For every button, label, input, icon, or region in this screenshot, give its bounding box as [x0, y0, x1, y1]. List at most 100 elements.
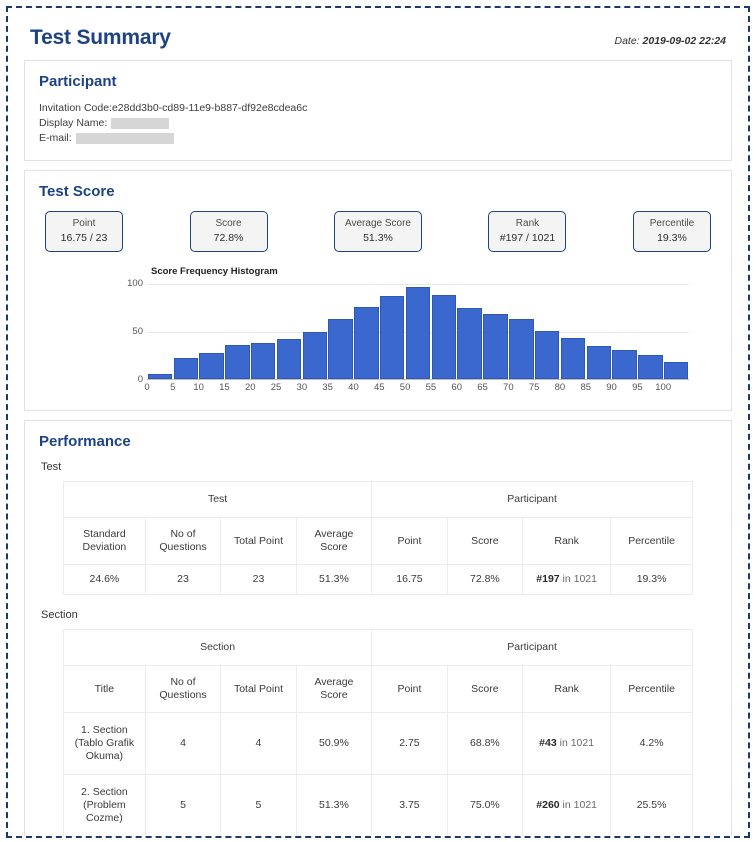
chart-bar	[406, 287, 430, 379]
table-group-header: Test	[64, 482, 372, 518]
stat-label: Percentile	[644, 217, 700, 231]
invitation-code-value: e28dd3b0-cd89-11e9-b887-df92e8cdea6c	[112, 101, 307, 116]
table-column-header-row: TitleNo of QuestionsTotal PointAverage S…	[64, 666, 693, 713]
stat-box-percentile: Percentile19.3%	[633, 211, 711, 252]
table-row: 2. Section (Problem Cozme)5551.3%3.7575.…	[64, 775, 693, 837]
table-column-header: Total Point	[221, 666, 296, 713]
chart-bar	[148, 374, 172, 379]
invitation-code-line: Invitation Code: e28dd3b0-cd89-11e9-b887…	[39, 101, 717, 116]
chart-x-tick-label: 10	[193, 382, 204, 393]
chart-bar	[303, 332, 327, 379]
table-cell: 24.6%	[64, 565, 146, 595]
report-date: Date: 2019-09-02 22:24	[615, 35, 727, 47]
table-column-header: Average Score	[296, 666, 371, 713]
table-cell: 19.3%	[611, 565, 693, 595]
chart-bar	[432, 295, 456, 379]
display-name-label: Display Name:	[39, 116, 107, 131]
chart-bar	[328, 319, 352, 379]
stat-box-rank: Rank#197 / 1021	[488, 211, 566, 252]
display-name-line: Display Name:	[39, 116, 717, 131]
chart-x-tick-label: 75	[529, 382, 540, 393]
stat-label: Point	[56, 217, 112, 231]
table-column-header: No of Questions	[145, 518, 220, 565]
stat-box-score: Score72.8%	[190, 211, 268, 252]
table-column-header: Rank	[523, 518, 611, 565]
table-cell: 72.8%	[447, 565, 522, 595]
table-group-header: Participant	[372, 482, 693, 518]
rank-total: in 1021	[557, 737, 594, 749]
chart-x-tick-label: 95	[632, 382, 643, 393]
test-score-stat-row: Point16.75 / 23Score72.8%Average Score51…	[39, 211, 717, 252]
performance-card-title: Performance	[39, 433, 717, 450]
chart-plot-area	[147, 284, 689, 380]
document-header: Test Summary Date: 2019-09-02 22:24	[24, 22, 732, 60]
test-table-label: Test	[41, 461, 717, 473]
chart-bar	[587, 346, 611, 379]
section-table-label: Section	[41, 609, 717, 621]
chart-x-tick-label: 90	[606, 382, 617, 393]
chart-y-axis: 050100	[97, 284, 143, 380]
email-line: E-mail:	[39, 131, 717, 146]
stat-label: Rank	[499, 217, 555, 231]
chart-bar	[225, 345, 249, 379]
rank-number: #260	[536, 799, 559, 811]
chart-bar	[483, 314, 507, 379]
table-cell: 4	[221, 713, 296, 775]
table-cell: 25.5%	[611, 775, 693, 837]
table-group-header: Section	[64, 630, 372, 666]
rank-total: in 1021	[560, 573, 597, 585]
table-column-header: Average Score	[296, 518, 371, 565]
table-cell: 51.3%	[296, 565, 371, 595]
chart-x-tick-label: 60	[451, 382, 462, 393]
table-column-header-row: Standard DeviationNo of QuestionsTotal P…	[64, 518, 693, 565]
table-row: 1. Section (Tablo Grafik Okuma)4450.9%2.…	[64, 713, 693, 775]
display-name-redacted-value	[111, 118, 169, 129]
table-cell: #43 in 1021	[523, 713, 611, 775]
table-cell: 4.2%	[611, 713, 693, 775]
table-group-header: Participant	[372, 630, 693, 666]
chart-x-tick-label: 20	[245, 382, 256, 393]
chart-x-tick-label: 25	[271, 382, 282, 393]
table-column-header: Percentile	[611, 666, 693, 713]
stat-box-point: Point16.75 / 23	[45, 211, 123, 252]
table-column-header: Total Point	[221, 518, 296, 565]
table-cell: 1. Section (Tablo Grafik Okuma)	[64, 713, 146, 775]
chart-x-tick-label: 35	[322, 382, 333, 393]
chart-x-tick-label: 0	[144, 382, 149, 393]
performance-card: Performance Test TestParticipantStandard…	[24, 420, 732, 838]
rank-number: #197	[536, 573, 559, 585]
table-cell: 50.9%	[296, 713, 371, 775]
chart-bar	[174, 358, 198, 379]
table-column-header: Score	[447, 518, 522, 565]
table-row: 24.6%232351.3%16.7572.8%#197 in 102119.3…	[64, 565, 693, 595]
test-table-shell: TestParticipantStandard DeviationNo of Q…	[39, 481, 717, 595]
email-redacted-value	[76, 133, 174, 144]
table-column-header: Title	[64, 666, 146, 713]
section-performance-table: SectionParticipantTitleNo of QuestionsTo…	[63, 629, 693, 837]
chart-x-tick-label: 5	[170, 382, 175, 393]
stat-label: Average Score	[345, 217, 411, 231]
stat-label: Score	[201, 217, 257, 231]
page-title: Test Summary	[30, 26, 171, 50]
table-cell: 16.75	[372, 565, 447, 595]
chart-bars	[147, 284, 689, 379]
date-prefix-label: Date:	[615, 35, 643, 47]
chart-bar	[457, 308, 481, 379]
section-table-shell: SectionParticipantTitleNo of QuestionsTo…	[39, 629, 717, 837]
table-column-header: Standard Deviation	[64, 518, 146, 565]
chart-x-tick-label: 85	[580, 382, 591, 393]
rank-total: in 1021	[560, 799, 597, 811]
chart-bar	[561, 338, 585, 379]
test-score-card-title: Test Score	[39, 183, 717, 200]
table-cell: 5	[145, 775, 220, 837]
table-cell: 3.75	[372, 775, 447, 837]
table-column-header: No of Questions	[145, 666, 220, 713]
chart-x-tick-label: 80	[555, 382, 566, 393]
chart-bar	[380, 296, 404, 379]
table-cell: 68.8%	[447, 713, 522, 775]
table-cell: #197 in 1021	[523, 565, 611, 595]
table-cell: 2. Section (Problem Cozme)	[64, 775, 146, 837]
stat-value: 72.8%	[201, 231, 257, 245]
table-cell: #260 in 1021	[523, 775, 611, 837]
chart-x-tick-label: 30	[297, 382, 308, 393]
